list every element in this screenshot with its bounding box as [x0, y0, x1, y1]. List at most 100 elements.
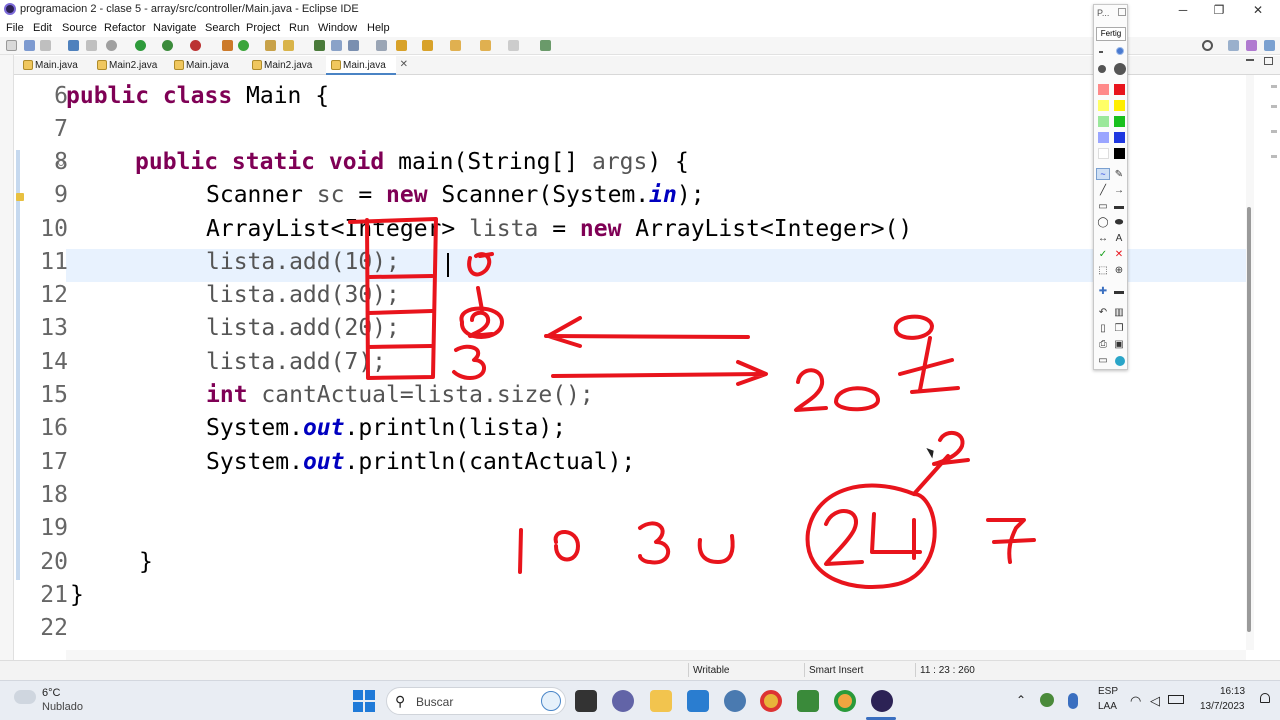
minimize-editor-icon[interactable] — [1246, 59, 1254, 61]
menu-edit[interactable]: Edit — [33, 22, 52, 34]
tab-main-java-1[interactable]: Main.java — [18, 56, 90, 75]
color-swatch-black[interactable] — [1114, 148, 1125, 159]
close-window-button[interactable]: ✕ — [1243, 2, 1273, 18]
toggle-mark-icon[interactable] — [314, 40, 325, 51]
cross-tool-icon[interactable]: ✕ — [1112, 249, 1126, 260]
language-secondary[interactable]: LAA — [1098, 701, 1117, 712]
filled-ellipse-tool-icon[interactable]: ⬬ — [1112, 217, 1126, 228]
tab-main-java-active[interactable]: Main.java ✕ — [326, 56, 408, 75]
thick-pen-icon[interactable] — [1098, 65, 1106, 73]
color-swatch-red[interactable] — [1114, 84, 1125, 95]
forward-icon[interactable] — [508, 40, 519, 51]
menu-refactor[interactable]: Refactor — [104, 22, 146, 34]
clock-time[interactable]: 16:13 — [1220, 686, 1245, 697]
warning-marker-icon[interactable] — [16, 193, 24, 201]
print-icon[interactable]: ⎙ — [1096, 339, 1110, 350]
battery-icon[interactable] — [1168, 695, 1184, 704]
open-task-icon[interactable] — [283, 40, 294, 51]
chrome-icon[interactable] — [760, 690, 782, 712]
eraser-tool-icon[interactable]: ✎ — [1112, 169, 1126, 180]
horizontal-scrollbar[interactable] — [66, 650, 1246, 660]
paragraph-icon[interactable] — [376, 40, 387, 51]
search-icon[interactable] — [1202, 40, 1213, 51]
sync-icon[interactable] — [1040, 693, 1054, 707]
line-tool-icon[interactable]: ╱ — [1096, 185, 1110, 196]
task-view-icon[interactable] — [575, 690, 597, 712]
rectangle-tool-icon[interactable]: ▭ — [1096, 201, 1110, 212]
debug-icon[interactable] — [106, 40, 117, 51]
ellipse-tool-icon[interactable]: ◯ — [1096, 217, 1110, 228]
check-tool-icon[interactable]: ✓ — [1096, 249, 1110, 260]
color-swatch-light-red[interactable] — [1098, 84, 1109, 95]
highlight-icon[interactable] — [331, 40, 342, 51]
file-explorer-icon[interactable] — [650, 690, 672, 712]
undo-icon[interactable]: ↶ — [1096, 307, 1110, 318]
tab-main2-java-2[interactable]: Main2.java — [247, 56, 325, 75]
trash-icon[interactable]: ▥ — [1112, 307, 1126, 318]
chrome-profile-icon[interactable] — [834, 690, 856, 712]
medium-pen-icon[interactable] — [1116, 47, 1124, 55]
color-swatch-blue[interactable] — [1114, 132, 1125, 143]
filled-rectangle-tool-icon[interactable]: ▬ — [1112, 201, 1126, 212]
new-page-icon[interactable]: ▯ — [1096, 323, 1110, 334]
prev-annotation-icon[interactable] — [422, 40, 433, 51]
new-java-project-icon[interactable] — [222, 40, 233, 51]
color-swatch-light-yellow[interactable] — [1098, 100, 1109, 111]
help-icon[interactable] — [1115, 356, 1125, 366]
paint-tool-icon[interactable] — [797, 690, 819, 712]
scroll-thumb[interactable] — [1247, 207, 1251, 632]
show-whitespace-icon[interactable] — [348, 40, 359, 51]
color-swatch-light-green[interactable] — [1098, 116, 1109, 127]
pin-editor-icon[interactable] — [540, 40, 551, 51]
bing-icon[interactable] — [541, 691, 561, 711]
close-tab-icon[interactable]: ✕ — [400, 59, 408, 70]
clock-date[interactable]: 13/7/2023 — [1200, 701, 1245, 712]
menu-file[interactable]: File — [6, 22, 24, 34]
wifi-icon[interactable]: ◠ — [1130, 693, 1141, 709]
last-edit-icon[interactable] — [450, 40, 461, 51]
palette-handle-icon[interactable] — [1118, 8, 1126, 16]
open-type-icon[interactable] — [265, 40, 276, 51]
weather-temp[interactable]: 6°C — [42, 687, 60, 699]
cloud-icon[interactable] — [14, 690, 36, 704]
status-insert-mode[interactable]: Smart Insert — [809, 665, 863, 676]
back-icon[interactable] — [480, 40, 491, 51]
thin-pen-icon[interactable] — [1099, 51, 1103, 53]
menu-help[interactable]: Help — [367, 22, 390, 34]
vscode-icon[interactable] — [687, 690, 709, 712]
copy-icon[interactable]: ❐ — [1112, 323, 1126, 334]
maximize-editor-icon[interactable] — [1264, 57, 1273, 65]
weather-condition[interactable]: Nublado — [42, 701, 83, 713]
tab-main-java-2[interactable]: Main.java — [169, 56, 245, 75]
double-arrow-tool-icon[interactable]: ↔ — [1096, 233, 1110, 244]
palette-done-button[interactable]: Fertig — [1096, 27, 1126, 41]
external-tools-icon[interactable] — [190, 40, 201, 51]
language-primary[interactable]: ESP — [1098, 686, 1118, 697]
notification-bell-icon[interactable] — [1258, 693, 1272, 707]
text-tool-icon[interactable]: A — [1112, 233, 1126, 244]
minimize-palette-icon[interactable]: ▬ — [1112, 286, 1126, 297]
windows-start-icon[interactable] — [353, 690, 375, 712]
code-editor[interactable]: 6 7 8 9 10 11 12 13 14 15 16 17 18 19 20… — [14, 75, 1246, 650]
menu-project[interactable]: Project — [246, 22, 280, 34]
minimize-button[interactable]: ─ — [1168, 2, 1198, 18]
perspective-open-icon[interactable] — [1228, 40, 1239, 51]
select-tool-icon[interactable]: ⬚ — [1096, 265, 1110, 276]
next-annotation-icon[interactable] — [396, 40, 407, 51]
maximize-button[interactable]: ❐ — [1204, 2, 1234, 18]
new-class-icon[interactable] — [238, 40, 249, 51]
status-cursor-position[interactable]: 11 : 23 : 260 — [920, 665, 975, 676]
volume-icon[interactable]: ◁ — [1150, 693, 1160, 709]
freehand-tool-icon[interactable]: ~ — [1096, 168, 1110, 180]
menu-navigate[interactable]: Navigate — [153, 22, 196, 34]
move-tool-icon[interactable]: ✚ — [1096, 286, 1110, 297]
coverage-icon[interactable] — [162, 40, 173, 51]
new-file-icon[interactable] — [6, 40, 17, 51]
chevron-up-icon[interactable]: ⌃ — [1016, 693, 1026, 707]
color-swatch-white[interactable] — [1098, 148, 1109, 159]
tab-main2-java-1[interactable]: Main2.java — [92, 56, 170, 75]
mysql-workbench-icon[interactable] — [724, 690, 746, 712]
debug-perspective-icon[interactable] — [1264, 40, 1275, 51]
taskbar-search[interactable]: ⚲ Buscar — [386, 687, 566, 715]
eclipse-taskbar-icon[interactable] — [871, 690, 893, 712]
